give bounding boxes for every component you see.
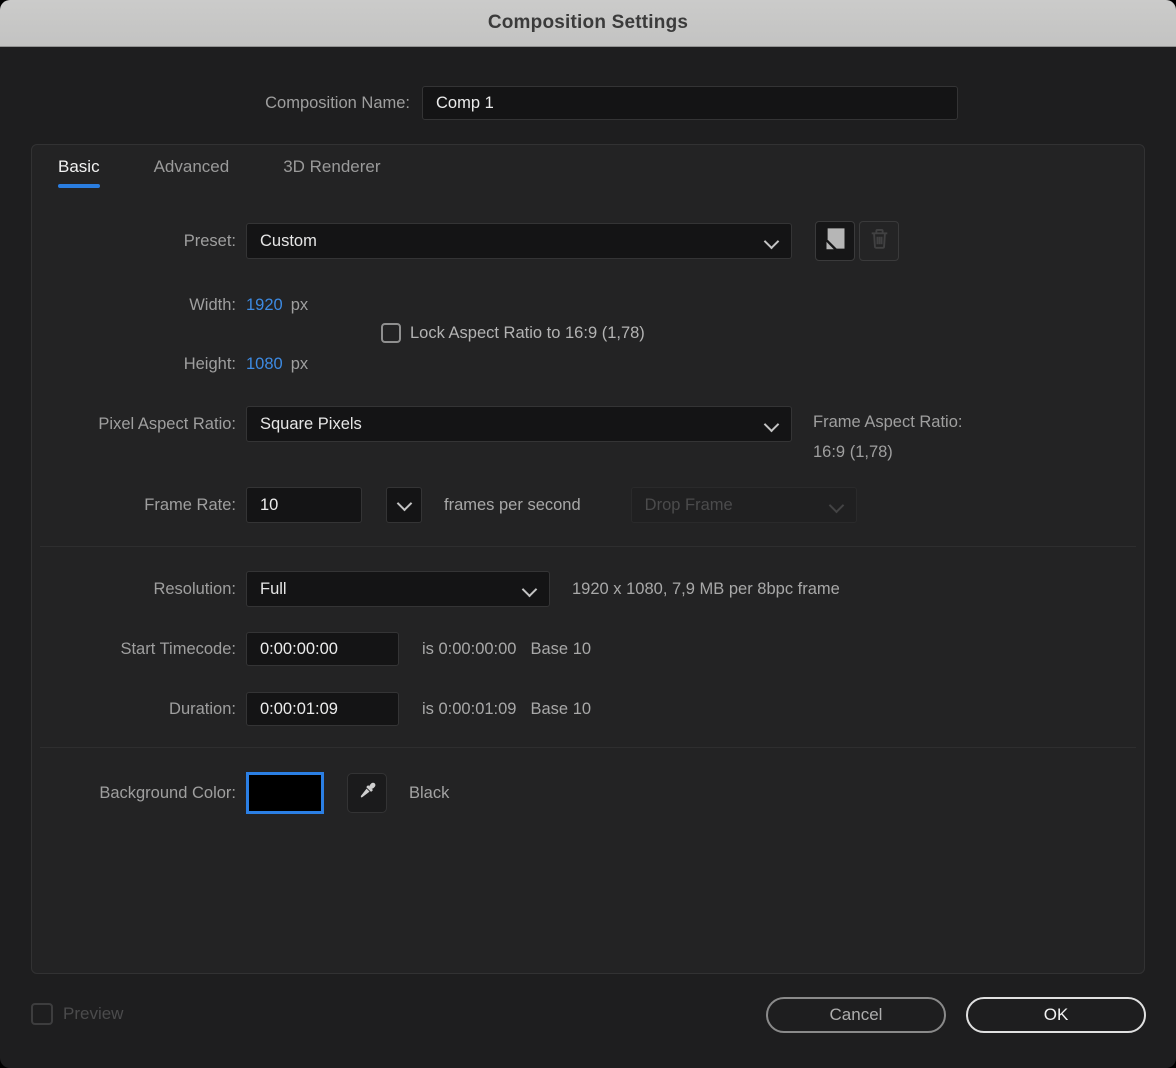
drop-frame-dropdown: Drop Frame — [631, 487, 857, 523]
duration-base: Base 10 — [531, 700, 592, 719]
pixel-aspect-ratio-label: Pixel Aspect Ratio: — [32, 415, 236, 434]
frame-rate-suffix: frames per second — [444, 496, 581, 515]
pixel-aspect-ratio-row: Pixel Aspect Ratio: Square Pixels — [32, 406, 792, 442]
save-preset-button[interactable] — [815, 221, 855, 261]
frame-rate-label: Frame Rate: — [32, 496, 236, 515]
background-color-name: Black — [409, 784, 449, 803]
chevron-down-icon — [764, 234, 780, 250]
dialog-titlebar: Composition Settings — [0, 0, 1176, 47]
preset-row: Preset: Custom — [32, 223, 792, 259]
background-color-swatch[interactable] — [246, 772, 324, 814]
composition-name-label: Composition Name: — [265, 94, 410, 113]
save-preset-icon — [822, 225, 849, 257]
frame-aspect-ratio-label: Frame Aspect Ratio: — [813, 407, 962, 437]
height-row: Height: 1080 px — [32, 351, 308, 377]
lock-aspect-label: Lock Aspect Ratio to 16:9 (1,78) — [410, 324, 645, 343]
background-color-label: Background Color: — [32, 784, 236, 803]
duration-label: Duration: — [32, 700, 236, 719]
resolution-label: Resolution: — [32, 580, 236, 599]
composition-name-value: Comp 1 — [436, 94, 494, 113]
frame-aspect-ratio-value: 16:9 (1,78) — [813, 437, 962, 467]
cancel-button[interactable]: Cancel — [766, 997, 946, 1033]
section-divider — [40, 546, 1136, 547]
tab-bar: Basic Advanced 3D Renderer — [58, 157, 381, 188]
chevron-down-icon — [522, 582, 538, 598]
start-timecode-base: Base 10 — [531, 640, 592, 659]
width-unit: px — [291, 296, 308, 315]
height-label: Height: — [32, 355, 236, 374]
dialog-title: Composition Settings — [488, 12, 688, 34]
pixel-aspect-ratio-value: Square Pixels — [260, 415, 362, 434]
pixel-aspect-ratio-dropdown[interactable]: Square Pixels — [246, 406, 792, 442]
preset-value: Custom — [260, 232, 317, 251]
preview-label: Preview — [63, 1004, 123, 1024]
lock-aspect-ratio[interactable]: Lock Aspect Ratio to 16:9 (1,78) — [381, 321, 645, 345]
resolution-dropdown[interactable]: Full — [246, 571, 550, 607]
duration-info: is 0:00:01:09 — [422, 700, 517, 719]
start-timecode-input[interactable]: 0:00:00:00 — [246, 632, 399, 666]
chevron-down-icon — [396, 495, 412, 511]
chevron-down-icon — [764, 417, 780, 433]
resolution-info: 1920 x 1080, 7,9 MB per 8bpc frame — [572, 580, 840, 599]
width-value[interactable]: 1920 — [246, 296, 283, 315]
dialog-body: Composition Name: Comp 1 Basic Advanced … — [0, 47, 1176, 1068]
tab-advanced[interactable]: Advanced — [154, 157, 230, 188]
section-divider — [40, 747, 1136, 748]
start-timecode-value: 0:00:00:00 — [260, 640, 338, 659]
settings-panel: Basic Advanced 3D Renderer Preset: Custo… — [31, 144, 1145, 974]
frame-rate-input[interactable]: 10 — [246, 487, 362, 523]
composition-name-input[interactable]: Comp 1 — [422, 86, 958, 120]
eyedropper-icon — [355, 779, 379, 808]
resolution-value: Full — [260, 580, 287, 599]
eyedropper-button[interactable] — [347, 773, 387, 813]
tab-basic[interactable]: Basic — [58, 157, 100, 188]
frame-rate-preset-button[interactable] — [386, 487, 422, 523]
height-unit: px — [291, 355, 308, 374]
ok-button[interactable]: OK — [966, 997, 1146, 1033]
drop-frame-value: Drop Frame — [645, 496, 733, 515]
start-timecode-info: is 0:00:00:00 — [422, 640, 517, 659]
height-value[interactable]: 1080 — [246, 355, 283, 374]
start-timecode-row: Start Timecode: 0:00:00:00 is 0:00:00:00… — [32, 632, 591, 666]
width-label: Width: — [32, 296, 236, 315]
lock-aspect-checkbox[interactable] — [381, 323, 401, 343]
resolution-row: Resolution: Full 1920 x 1080, 7,9 MB per… — [32, 571, 840, 607]
frame-rate-value: 10 — [260, 496, 278, 515]
frame-aspect-ratio: Frame Aspect Ratio: 16:9 (1,78) — [813, 407, 962, 467]
width-row: Width: 1920 px — [32, 292, 308, 318]
composition-settings-dialog: Composition Settings Composition Name: C… — [0, 0, 1176, 1068]
duration-value: 0:00:01:09 — [260, 700, 338, 719]
delete-preset-button[interactable] — [859, 221, 899, 261]
composition-name-row: Composition Name: Comp 1 — [0, 86, 1176, 120]
duration-row: Duration: 0:00:01:09 is 0:00:01:09 Base … — [32, 692, 591, 726]
background-color-row: Background Color: Black — [32, 772, 449, 814]
duration-input[interactable]: 0:00:01:09 — [246, 692, 399, 726]
preset-label: Preset: — [32, 232, 236, 251]
preset-dropdown[interactable]: Custom — [246, 223, 792, 259]
chevron-down-icon — [828, 498, 844, 514]
tab-3d-renderer[interactable]: 3D Renderer — [283, 157, 380, 188]
start-timecode-label: Start Timecode: — [32, 640, 236, 659]
preview-toggle[interactable]: Preview — [31, 1003, 123, 1025]
frame-rate-row: Frame Rate: 10 frames per second Drop Fr… — [32, 487, 857, 523]
preview-checkbox[interactable] — [31, 1003, 53, 1025]
trash-icon — [867, 226, 892, 256]
